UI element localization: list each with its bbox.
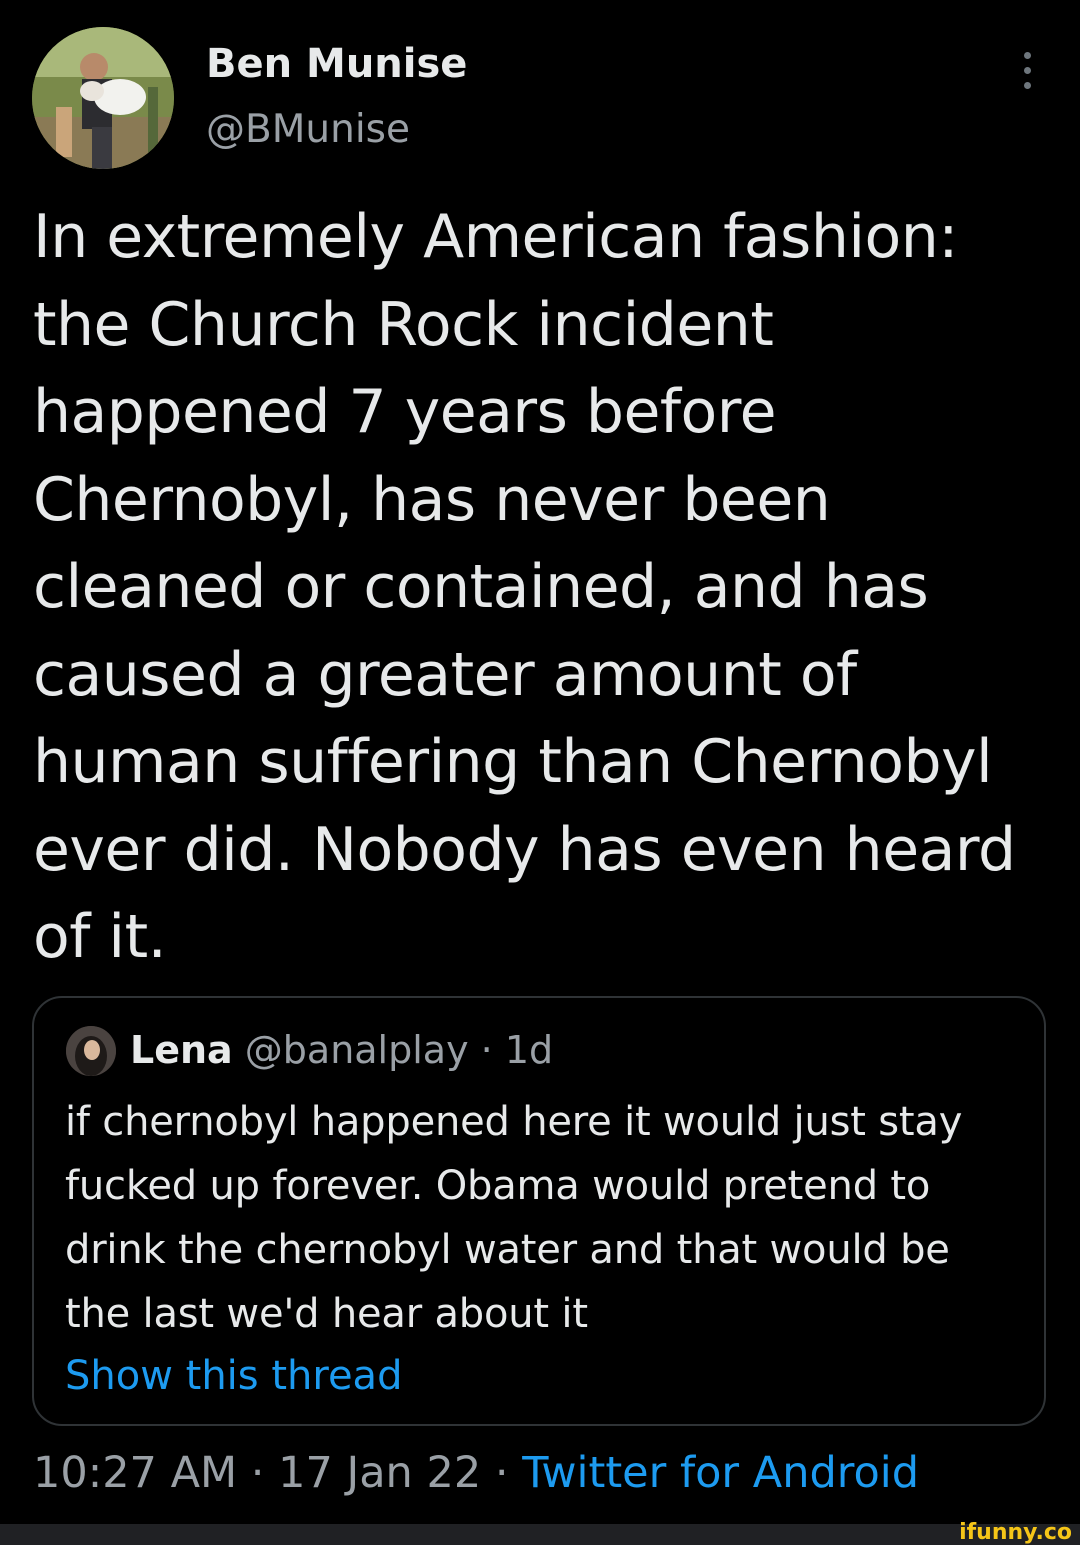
more-vertical-icon-dot — [1024, 67, 1031, 74]
meta-separator: · — [250, 1448, 265, 1498]
tweet-source-link[interactable]: Twitter for Android — [522, 1448, 919, 1498]
tweet-date[interactable]: 17 Jan 22 — [278, 1448, 481, 1498]
quoted-header-separator: · — [480, 1028, 493, 1072]
quoted-author-avatar[interactable] — [66, 1026, 116, 1076]
more-options-button[interactable] — [1008, 46, 1048, 94]
tweet-text: In extremely American fashion: the Churc… — [33, 202, 1016, 972]
watermark-logo: ifunny.co — [959, 1520, 1072, 1545]
show-thread-link[interactable]: Show this thread — [65, 1348, 402, 1404]
quoted-tweet-time[interactable]: 1d — [505, 1028, 553, 1072]
tweet-time[interactable]: 10:27 AM — [33, 1448, 237, 1498]
watermark-bar — [0, 1524, 1080, 1545]
tweet-author-avatar[interactable] — [32, 27, 174, 169]
tweet-author-name[interactable]: Ben Munise — [206, 38, 467, 90]
meta-separator-2: · — [494, 1448, 509, 1498]
tweet-meta: 10:27 AM · 17 Jan 22 · Twitter for Andro… — [33, 1444, 919, 1502]
more-vertical-icon-dot — [1024, 82, 1031, 89]
quoted-author-handle[interactable]: @banalplay — [245, 1028, 469, 1072]
quoted-tweet-card[interactable]: Lena @banalplay · 1d if chernobyl happen… — [32, 996, 1046, 1426]
quoted-tweet-header: Lena @banalplay · 1d — [130, 1024, 553, 1076]
more-vertical-icon — [1024, 52, 1031, 59]
quoted-tweet-text: if chernobyl happened here it would just… — [65, 1099, 963, 1337]
tweet-author-handle[interactable]: @BMunise — [206, 104, 410, 156]
quoted-author-name[interactable]: Lena — [130, 1028, 233, 1072]
